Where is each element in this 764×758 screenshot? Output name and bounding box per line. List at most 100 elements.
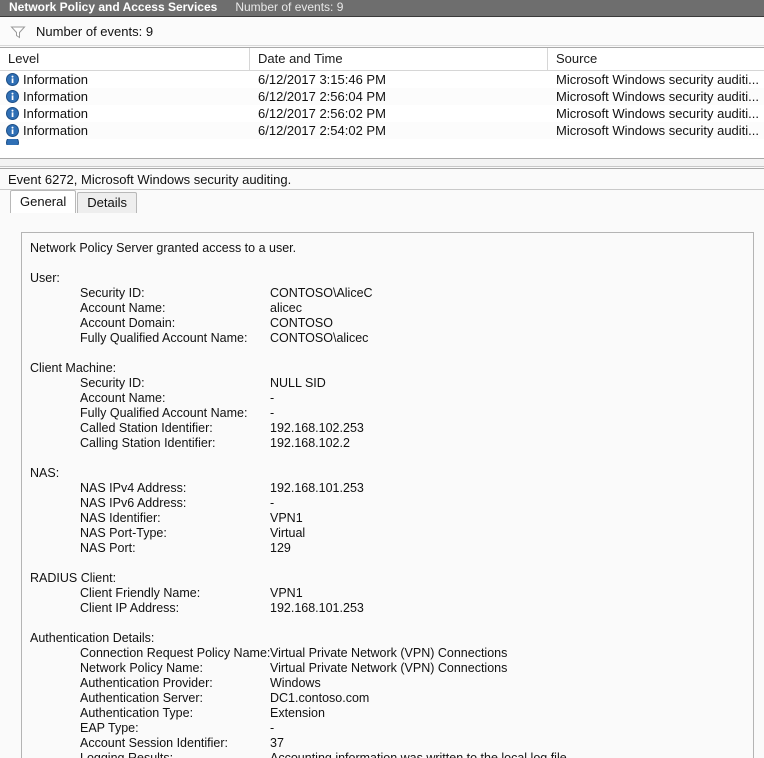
pane-splitter[interactable]	[0, 159, 764, 167]
detail-value: 192.168.102.253	[270, 421, 364, 435]
cell-level-text: Information	[23, 106, 89, 121]
detail-row: NAS Port-Type: Virtual	[30, 526, 753, 541]
table-row[interactable]	[0, 139, 764, 145]
cell-source: Microsoft Windows security auditi...	[556, 123, 760, 138]
detail-row: EAP Type: -	[30, 721, 753, 736]
event-count-bar: Number of events: 9	[0, 18, 764, 46]
window-title: Network Policy and Access Services	[9, 0, 218, 14]
detail-key: NAS Port:	[80, 541, 136, 555]
detail-tabs: General Details	[0, 190, 764, 213]
detail-row: Network Policy Name: Virtual Private Net…	[30, 661, 753, 676]
cell-date-and-time: 6/12/2017 2:54:02 PM	[258, 123, 386, 138]
information-icon	[6, 90, 23, 103]
funnel-icon[interactable]	[0, 25, 26, 39]
detail-row: Fully Qualified Account Name: CONTOSO\al…	[30, 331, 753, 346]
detail-key: Fully Qualified Account Name:	[80, 331, 248, 345]
event-viewer-window: Network Policy and Access Services Numbe…	[0, 0, 764, 758]
table-row[interactable]: Information 6/12/2017 2:54:02 PM Microso…	[0, 122, 764, 139]
tab-details[interactable]: Details	[77, 192, 137, 213]
section-title-authentication-details: Authentication Details:	[30, 631, 155, 645]
detail-row: Client IP Address: 192.168.101.253	[30, 601, 753, 616]
detail-value: Extension	[270, 706, 325, 720]
detail-value: VPN1	[270, 586, 303, 600]
cell-level: Information	[0, 122, 250, 139]
detail-key: Connection Request Policy Name:	[80, 646, 270, 660]
detail-row: Security ID: CONTOSO\AliceC	[30, 286, 753, 301]
event-count-label: Number of events: 9	[36, 24, 154, 39]
detail-key: Client Friendly Name:	[80, 586, 201, 600]
detail-value: VPN1	[270, 511, 303, 525]
detail-value: CONTOSO\AliceC	[270, 286, 373, 300]
detail-key: Authentication Type:	[80, 706, 194, 720]
detail-row: Called Station Identifier: 192.168.102.2…	[30, 421, 753, 436]
event-list[interactable]: Level Date and Time Source Information 6…	[0, 47, 764, 159]
detail-key: Logging Results:	[80, 751, 174, 758]
table-row[interactable]: Information 6/12/2017 3:15:46 PM Microso…	[0, 71, 764, 88]
event-detail-pane: Event 6272, Microsoft Windows security a…	[0, 168, 764, 758]
column-header-date-and-time[interactable]: Date and Time	[250, 48, 548, 70]
detail-row: Authentication Provider: Windows	[30, 676, 753, 691]
window-title-event-count: Number of events: 9	[235, 0, 344, 14]
cell-level: Information	[0, 71, 250, 88]
cell-source: Microsoft Windows security auditi...	[556, 72, 760, 87]
detail-value: Accounting information was written to th…	[270, 751, 571, 758]
tab-general[interactable]: General	[10, 190, 77, 213]
table-row[interactable]: Information 6/12/2017 2:56:04 PM Microso…	[0, 88, 764, 105]
detail-key: Account Session Identifier:	[80, 736, 228, 750]
information-icon	[6, 124, 23, 137]
event-list-header: Level Date and Time Source	[0, 48, 764, 71]
detail-key: Security ID:	[80, 376, 145, 390]
column-header-level[interactable]: Level	[0, 48, 250, 70]
detail-key: Security ID:	[80, 286, 145, 300]
information-icon	[6, 73, 23, 86]
detail-value: 192.168.101.253	[270, 601, 364, 615]
detail-value: 192.168.101.253	[270, 481, 364, 495]
information-icon	[6, 107, 23, 120]
section-title-nas: NAS:	[30, 466, 60, 480]
detail-row: Authentication Type: Extension	[30, 706, 753, 721]
cell-level: Information	[0, 88, 250, 105]
cell-date-and-time: 6/12/2017 2:56:02 PM	[258, 106, 386, 121]
detail-key: NAS IPv4 Address:	[80, 481, 187, 495]
detail-row: Account Name: -	[30, 391, 753, 406]
detail-key: Authentication Server:	[80, 691, 203, 705]
section-title-user: User:	[30, 271, 60, 285]
detail-key: Network Policy Name:	[80, 661, 203, 675]
detail-row: Security ID: NULL SID	[30, 376, 753, 391]
cell-source: Microsoft Windows security auditi...	[556, 89, 760, 104]
information-icon	[6, 139, 23, 145]
event-description-box[interactable]: Network Policy Server granted access to …	[21, 232, 754, 758]
cell-source: Microsoft Windows security auditi...	[556, 106, 760, 121]
detail-row: Account Domain: CONTOSO	[30, 316, 753, 331]
detail-row: NAS Port: 129	[30, 541, 753, 556]
cell-date-and-time: 6/12/2017 2:56:04 PM	[258, 89, 386, 104]
detail-row: Client Friendly Name: VPN1	[30, 586, 753, 601]
detail-key: NAS Port-Type:	[80, 526, 167, 540]
cell-level-text: Information	[23, 123, 89, 138]
event-summary: Network Policy Server granted access to …	[30, 241, 297, 255]
detail-row: Authentication Server: DC1.contoso.com	[30, 691, 753, 706]
detail-key: NAS IPv6 Address:	[80, 496, 187, 510]
detail-value: -	[270, 721, 275, 735]
event-detail-header: Event 6272, Microsoft Windows security a…	[0, 169, 764, 190]
column-header-source[interactable]: Source	[548, 48, 764, 70]
detail-value: 192.168.102.2	[270, 436, 350, 450]
detail-key: Authentication Provider:	[80, 676, 213, 690]
detail-key: NAS Identifier:	[80, 511, 161, 525]
detail-key: Account Domain:	[80, 316, 176, 330]
detail-value: 37	[270, 736, 284, 750]
detail-value: Windows	[270, 676, 321, 690]
detail-value: -	[270, 406, 275, 420]
detail-value: alicec	[270, 301, 302, 315]
window-title-bar: Network Policy and Access Services Numbe…	[0, 0, 764, 17]
table-row[interactable]: Information 6/12/2017 2:56:02 PM Microso…	[0, 105, 764, 122]
detail-value: 129	[270, 541, 291, 555]
detail-value: CONTOSO	[270, 316, 333, 330]
detail-key: Account Name:	[80, 391, 166, 405]
detail-value: -	[270, 496, 275, 510]
